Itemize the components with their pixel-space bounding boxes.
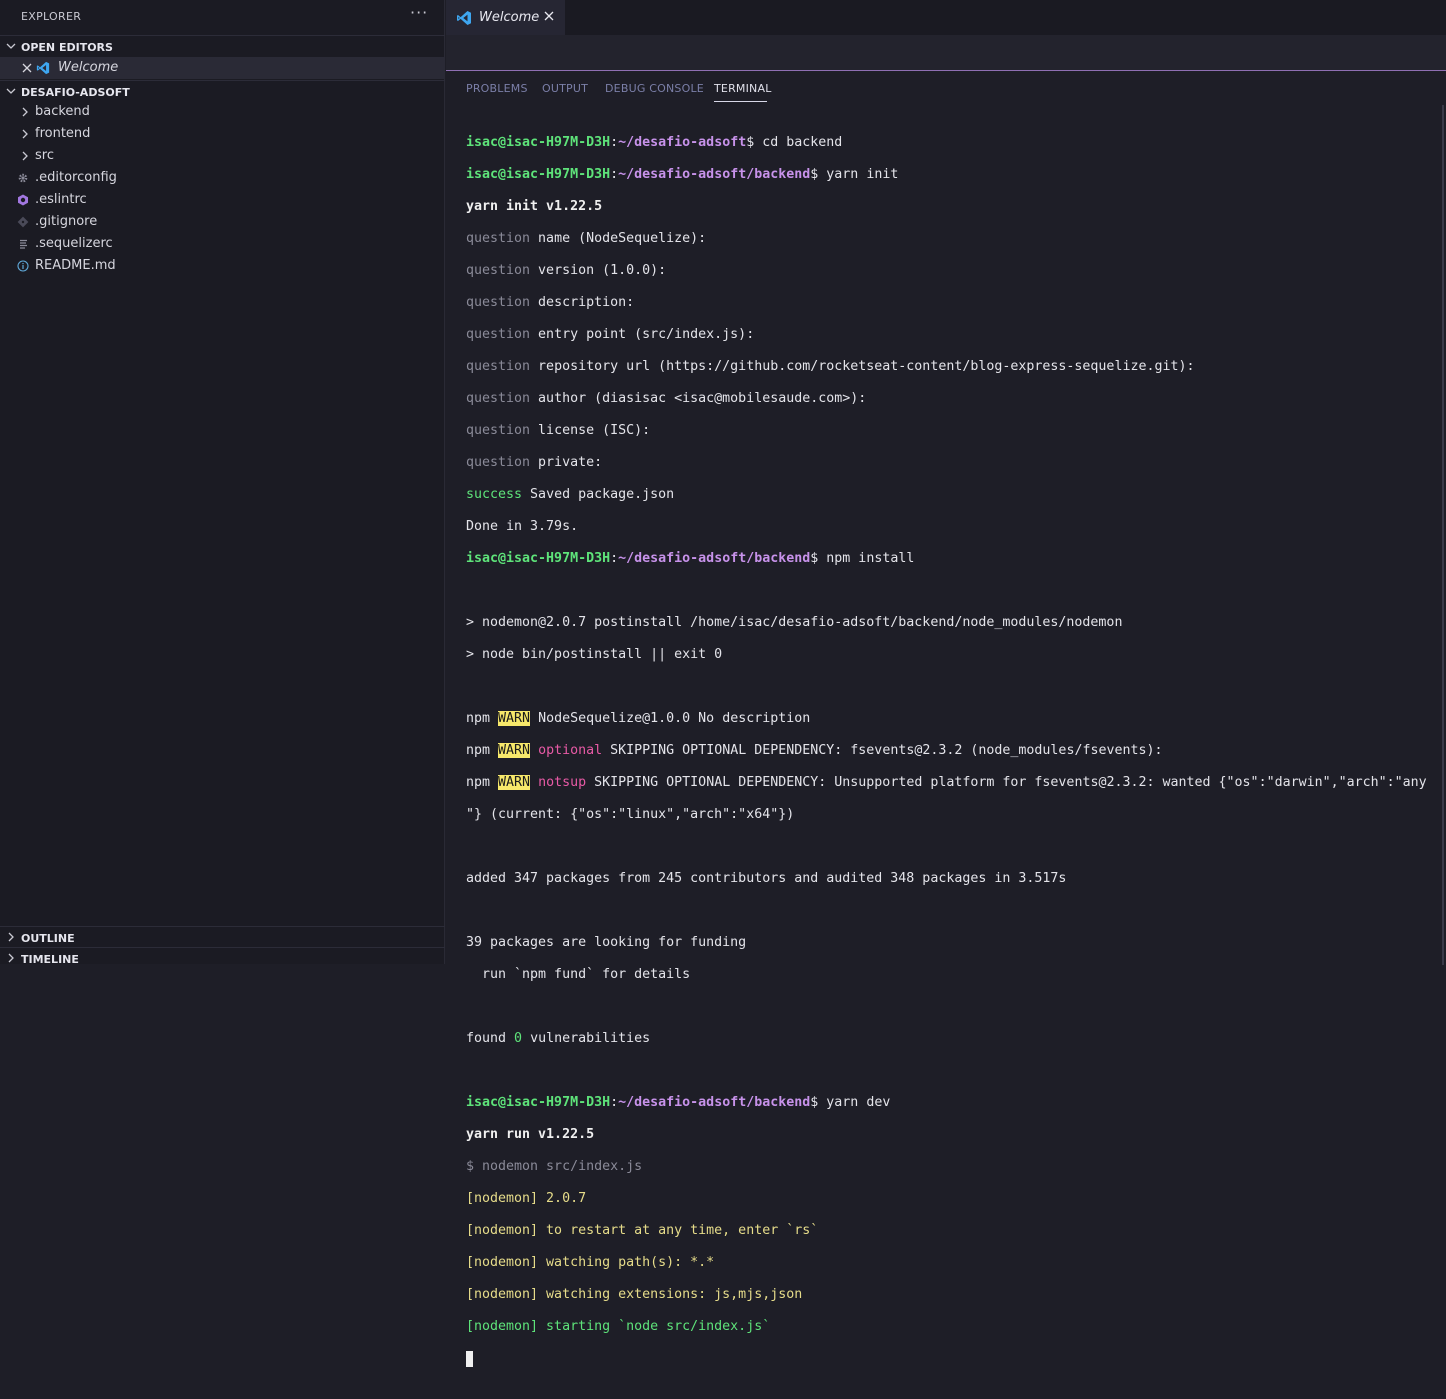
open-editor-label: Welcome bbox=[58, 60, 119, 75]
tree-item-src[interactable]: src bbox=[0, 145, 445, 167]
info-icon bbox=[17, 260, 29, 272]
terminal-line: question entry point (src/index.js): bbox=[466, 327, 755, 342]
open-editors-header[interactable]: OPEN EDITORS bbox=[0, 35, 445, 57]
tree-item-label: .eslintrc bbox=[35, 192, 87, 207]
terminal-line: isac@isac-H97M-D3H:~/desafio-adsoft/back… bbox=[466, 167, 899, 182]
tree-item-sequelizerc[interactable]: .sequelizerc bbox=[0, 233, 445, 255]
terminal-line: npm WARN optional SKIPPING OPTIONAL DEPE… bbox=[466, 743, 1163, 758]
terminal-output[interactable]: isac@isac-H97M-D3H:~/desafio-adsoft$ cd … bbox=[466, 119, 1441, 1399]
terminal-line: [nodemon] starting `node src/index.js` bbox=[466, 1319, 771, 1334]
terminal-line: [nodemon] to restart at any time, enter … bbox=[466, 1223, 819, 1238]
scrollbar[interactable] bbox=[1442, 105, 1444, 965]
tree-item-label: src bbox=[35, 148, 54, 163]
tree-item-gitignore[interactable]: .gitignore bbox=[0, 211, 445, 233]
gear-icon bbox=[18, 173, 28, 183]
explorer-title: EXPLORER bbox=[21, 10, 82, 23]
terminal-line: question version (1.0.0): bbox=[466, 263, 667, 278]
editor-tabbar: Welcome bbox=[446, 0, 1446, 35]
terminal-line: $ nodemon src/index.js bbox=[466, 1159, 643, 1174]
chevron-down-icon bbox=[6, 88, 16, 94]
outline-header[interactable]: OUTLINE bbox=[0, 926, 445, 948]
tree-item-backend[interactable]: backend bbox=[0, 101, 445, 123]
terminal-cursor bbox=[466, 1351, 473, 1367]
timeline-header[interactable]: TIMELINE bbox=[0, 947, 445, 969]
terminal-line: [nodemon] watching extensions: js,mjs,js… bbox=[466, 1287, 803, 1302]
explorer-sidebar: EXPLORER ··· OPEN EDITORS Welcome DESAFI… bbox=[0, 0, 445, 966]
tab-problems[interactable]: PROBLEMS bbox=[466, 82, 528, 95]
tree-item-readme[interactable]: README.md bbox=[0, 255, 445, 277]
tab-terminal[interactable]: TERMINAL bbox=[714, 82, 772, 95]
terminal-line: isac@isac-H97M-D3H:~/desafio-adsoft/back… bbox=[466, 1095, 891, 1110]
terminal-line: question repository url (https://github.… bbox=[466, 359, 1195, 374]
terminal-line: added 347 packages from 245 contributors… bbox=[466, 871, 1067, 886]
chevron-down-icon bbox=[6, 43, 16, 49]
terminal-line: npm WARN notsup SKIPPING OPTIONAL DEPEND… bbox=[466, 775, 1427, 790]
open-editor-item-welcome[interactable]: Welcome bbox=[0, 57, 445, 79]
terminal-line: yarn init v1.22.5 bbox=[466, 199, 603, 214]
open-editors-label: OPEN EDITORS bbox=[21, 41, 113, 54]
terminal-line: yarn run v1.22.5 bbox=[466, 1127, 595, 1142]
chevron-right-icon bbox=[8, 953, 14, 963]
tab-debug-console[interactable]: DEBUG CONSOLE bbox=[605, 82, 704, 95]
terminal-line: question name (NodeSequelize): bbox=[466, 231, 707, 246]
timeline-label: TIMELINE bbox=[21, 953, 79, 966]
tree-item-label: .gitignore bbox=[35, 214, 98, 229]
terminal-line: run `npm fund` for details bbox=[466, 967, 691, 982]
terminal-line: Done in 3.79s. bbox=[466, 519, 579, 534]
project-label: DESAFIO-ADSOFT bbox=[21, 86, 130, 99]
chevron-right-icon bbox=[22, 151, 28, 161]
project-header[interactable]: DESAFIO-ADSOFT bbox=[0, 80, 445, 102]
vscode-icon bbox=[457, 11, 471, 25]
tab-label: Welcome bbox=[479, 10, 540, 25]
list-icon bbox=[20, 239, 27, 249]
terminal-line: isac@isac-H97M-D3H:~/desafio-adsoft/back… bbox=[466, 551, 915, 566]
tree-item-label: .editorconfig bbox=[35, 170, 117, 185]
chevron-right-icon bbox=[8, 932, 14, 942]
terminal-line: [nodemon] watching path(s): *.* bbox=[466, 1255, 715, 1270]
tree-item-label: .sequelizerc bbox=[35, 236, 113, 251]
terminal-line: > nodemon@2.0.7 postinstall /home/isac/d… bbox=[466, 615, 1123, 630]
terminal-line: question private: bbox=[466, 455, 603, 470]
tab-output[interactable]: OUTPUT bbox=[542, 82, 588, 95]
chevron-right-icon bbox=[22, 107, 28, 117]
git-icon bbox=[17, 216, 29, 228]
tree-item-label: frontend bbox=[35, 126, 91, 141]
terminal-line: "} (current: {"os":"linux","arch":"x64"}… bbox=[466, 807, 795, 822]
terminal-line: 39 packages are looking for funding bbox=[466, 935, 747, 950]
close-icon[interactable] bbox=[543, 10, 555, 22]
terminal-line: question author (diasisac <isac@mobilesa… bbox=[466, 391, 867, 406]
tree-item-eslintrc[interactable]: .eslintrc bbox=[0, 189, 445, 211]
terminal-line: [nodemon] 2.0.7 bbox=[466, 1191, 587, 1206]
terminal-line: question description: bbox=[466, 295, 635, 310]
terminal-line: isac@isac-H97M-D3H:~/desafio-adsoft$ cd … bbox=[466, 135, 843, 150]
bottom-panel: PROBLEMS OUTPUT DEBUG CONSOLE TERMINAL i… bbox=[446, 70, 1446, 1367]
tree-item-frontend[interactable]: frontend bbox=[0, 123, 445, 145]
tree-item-label: README.md bbox=[35, 258, 116, 273]
close-icon[interactable] bbox=[21, 62, 33, 74]
editor-area bbox=[446, 35, 1446, 70]
tab-welcome[interactable]: Welcome bbox=[446, 0, 565, 35]
terminal-cursor-line[interactable] bbox=[466, 1351, 1441, 1367]
active-tab-indicator bbox=[714, 101, 767, 102]
terminal-line: npm WARN NodeSequelize@1.0.0 No descript… bbox=[466, 711, 811, 726]
tree-item-label: backend bbox=[35, 104, 90, 119]
vscode-icon bbox=[36, 61, 50, 75]
chevron-right-icon bbox=[22, 129, 28, 139]
terminal-line: question license (ISC): bbox=[466, 423, 651, 438]
eslint-icon bbox=[18, 194, 28, 206]
explorer-topbar: EXPLORER ··· bbox=[0, 0, 445, 34]
terminal-line: success Saved package.json bbox=[466, 487, 675, 502]
outline-label: OUTLINE bbox=[21, 932, 75, 945]
tree-item-editorconfig[interactable]: .editorconfig bbox=[0, 167, 445, 189]
more-actions-icon[interactable]: ··· bbox=[410, 3, 428, 22]
terminal-line: > node bin/postinstall || exit 0 bbox=[466, 647, 723, 662]
terminal-line: found 0 vulnerabilities bbox=[466, 1031, 651, 1046]
